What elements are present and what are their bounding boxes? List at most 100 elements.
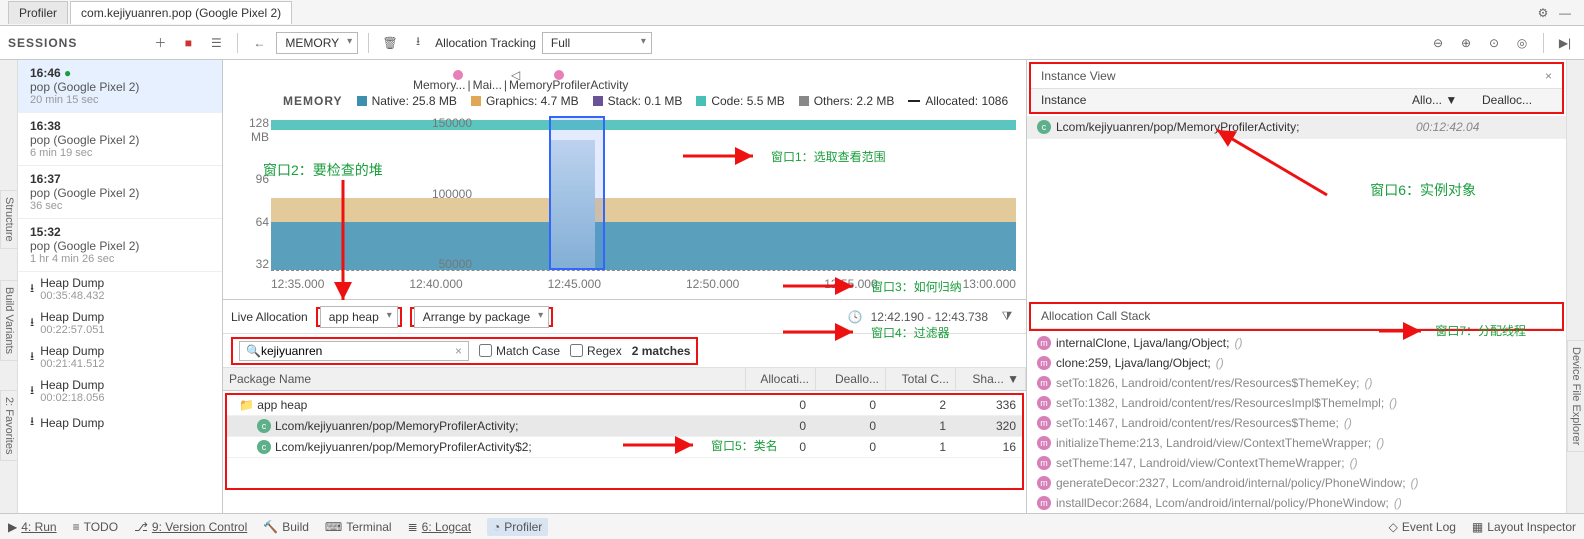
add-session-icon[interactable]: ＋ (149, 32, 171, 54)
memory-dropdown[interactable]: MEMORY (276, 32, 358, 54)
list-icon[interactable]: ☰ (205, 32, 227, 54)
col-total-count[interactable]: Total C... (886, 368, 956, 390)
live-allocation-label: Live Allocation (231, 310, 308, 324)
sessions-label: SESSIONS (8, 36, 77, 50)
run-tool[interactable]: ▶ 4: Run (8, 520, 57, 534)
zoom-selection-icon[interactable]: ◎ (1511, 32, 1533, 54)
status-bar: ▶ 4: Run ≡ TODO ⎇ 9: Version Control 🔨 B… (0, 513, 1584, 539)
stack-frame[interactable]: minitializeTheme:213, Landroid/view/Cont… (1027, 433, 1566, 453)
method-icon: m (1037, 416, 1051, 430)
method-icon: m (1037, 376, 1051, 390)
filter-icon[interactable]: ⧩ (996, 306, 1018, 328)
sessions-sidebar: 16:46 ●pop (Google Pixel 2)20 min 15 sec… (18, 60, 223, 513)
table-row[interactable]: c Lcom/kejiyuanren/pop/MemoryProfilerAct… (227, 437, 1022, 458)
tab-profiler[interactable]: Profiler (8, 1, 68, 24)
stack-frame[interactable]: mgenerateDecor:2327, Lcom/android/intern… (1027, 473, 1566, 493)
heap-select[interactable]: app heap (320, 306, 398, 328)
capture-icon[interactable]: ⭳ (407, 32, 429, 54)
stack-frame[interactable]: minternalClone, Ljava/lang/Object; () (1027, 333, 1566, 353)
instance-view-panel: Instance View × Instance Allo... ▼ Deall… (1026, 60, 1566, 513)
live-icon[interactable]: ▶| (1554, 32, 1576, 54)
session-item[interactable]: 15:32pop (Google Pixel 2)1 hr 4 min 26 s… (18, 219, 222, 272)
activity-label: MemoryProfilerActivity (509, 78, 628, 92)
regex-checkbox[interactable]: Regex (570, 344, 622, 358)
legend-item: Stack: 0.1 MB (593, 94, 683, 108)
todo-tool[interactable]: ≡ TODO (73, 520, 118, 534)
instance-row[interactable]: cLcom/kejiyuanren/pop/MemoryProfilerActi… (1027, 116, 1566, 139)
col-package-name[interactable]: Package Name (223, 368, 746, 390)
zoom-out-icon[interactable]: ⊖ (1427, 32, 1449, 54)
alloc-tracking-label: Allocation Tracking (435, 36, 536, 50)
col-instance[interactable]: Instance (1041, 93, 1412, 107)
back-icon[interactable]: ← (248, 32, 270, 54)
col-allocations[interactable]: Allocati... (746, 368, 816, 390)
y-axis-right: 15000010000050000 (422, 116, 472, 271)
stop-session-icon[interactable]: ■ (177, 32, 199, 54)
activity-label: Mai... (473, 78, 502, 92)
col-shallow[interactable]: Sha... ▼ (956, 368, 1026, 390)
build-variants-tab[interactable]: Build Variants (0, 280, 18, 361)
terminal-tool[interactable]: ⌨ Terminal (325, 520, 392, 534)
heap-dump-item[interactable]: ⭳Heap Dump00:35:48.432 (18, 272, 222, 306)
zoom-in-icon[interactable]: ⊕ (1455, 32, 1477, 54)
heap-dump-item[interactable]: ⭳Heap Dump00:02:18.056 (18, 374, 222, 408)
session-item[interactable]: 16:37pop (Google Pixel 2)36 sec (18, 166, 222, 219)
build-tool[interactable]: 🔨 Build (263, 520, 309, 534)
legend-item: Allocated: 1086 (908, 94, 1008, 108)
class-table[interactable]: Package Name Allocati... Deallo... Total… (223, 368, 1026, 513)
method-icon: m (1037, 456, 1051, 470)
layout-inspector[interactable]: ▦ Layout Inspector (1472, 520, 1576, 534)
legend-item: Native: 25.8 MB (357, 94, 457, 108)
heap-dump-item[interactable]: ⭳Heap Dump (18, 408, 222, 437)
stack-frame[interactable]: msetTo:1826, Landroid/content/res/Resour… (1027, 373, 1566, 393)
legend-item: Graphics: 4.7 MB (471, 94, 579, 108)
alloc-mode-dropdown[interactable]: Full (542, 32, 652, 54)
memory-chart[interactable]: ◁ Memory... | Mai... | MemoryProfilerAct… (223, 60, 1026, 300)
search-bar: 🔍 × Match Case Regex 2 matches (223, 334, 1026, 368)
arrange-select[interactable]: Arrange by package (414, 306, 549, 328)
time-range-label: 12:42.190 - 12:43.738 (871, 310, 988, 324)
selection-range[interactable] (549, 116, 605, 270)
method-icon: m (1037, 496, 1051, 510)
heap-dump-icon: ⭳ (30, 381, 34, 402)
close-icon[interactable]: × (1545, 69, 1552, 83)
session-item[interactable]: 16:46 ●pop (Google Pixel 2)20 min 15 sec (18, 60, 222, 113)
favorites-tab[interactable]: 2: Favorites (0, 390, 18, 461)
device-explorer-tab[interactable]: Device File Explorer (1567, 340, 1584, 452)
minimize-icon[interactable]: — (1554, 2, 1576, 24)
event-log[interactable]: ◇ Event Log (1389, 520, 1456, 534)
activity-label: Memory... (413, 78, 465, 92)
tab-app[interactable]: com.kejiyuanren.pop (Google Pixel 2) (70, 1, 292, 24)
clear-search-icon[interactable]: × (455, 344, 462, 358)
callstack-title: Allocation Call Stack (1031, 304, 1562, 329)
trash-icon[interactable]: 🗑 (379, 32, 401, 54)
heap-dump-item[interactable]: ⭳Heap Dump00:21:41.512 (18, 340, 222, 374)
search-input[interactable] (261, 344, 455, 358)
legend-title: MEMORY (283, 94, 343, 108)
col-alloc[interactable]: Allo... ▼ (1412, 93, 1482, 107)
memory-chart-panel: ◁ Memory... | Mai... | MemoryProfilerAct… (223, 60, 1026, 513)
match-case-checkbox[interactable]: Match Case (479, 344, 560, 358)
stack-frame[interactable]: msetTo:1467, Landroid/content/res/Resour… (1027, 413, 1566, 433)
session-item[interactable]: 16:38pop (Google Pixel 2)6 min 19 sec (18, 113, 222, 166)
heap-dump-item[interactable]: ⭳Heap Dump00:22:57.051 (18, 306, 222, 340)
vcs-tool[interactable]: ⎇ 9: Version Control (134, 520, 247, 534)
zoom-fit-icon[interactable]: ⊙ (1483, 32, 1505, 54)
class-icon: c (257, 419, 271, 433)
stack-frame[interactable]: mclone:259, Ljava/lang/Object; () (1027, 353, 1566, 373)
profiler-tool[interactable]: ◔ Profiler (487, 518, 548, 536)
stack-frame[interactable]: msetTo:1382, Landroid/content/res/Resour… (1027, 393, 1566, 413)
structure-tab[interactable]: Structure (0, 190, 18, 249)
heap-dump-icon: ⭳ (30, 412, 34, 433)
stack-frame[interactable]: msetTheme:147, Landroid/view/ContextThem… (1027, 453, 1566, 473)
col-deallocations[interactable]: Deallo... (816, 368, 886, 390)
table-row[interactable]: 📁 app heap002336 (227, 395, 1022, 416)
col-dealloc[interactable]: Dealloc... (1482, 93, 1552, 107)
heap-dump-icon: ⭳ (30, 313, 34, 334)
window-tab-bar: Profiler com.kejiyuanren.pop (Google Pix… (0, 0, 1584, 26)
method-icon: m (1037, 476, 1051, 490)
table-row[interactable]: c Lcom/kejiyuanren/pop/MemoryProfilerAct… (227, 416, 1022, 437)
logcat-tool[interactable]: ≣ 6: Logcat (408, 520, 471, 534)
gear-icon[interactable]: ⚙ (1532, 2, 1554, 24)
stack-frame[interactable]: minstallDecor:2684, Lcom/android/interna… (1027, 493, 1566, 513)
